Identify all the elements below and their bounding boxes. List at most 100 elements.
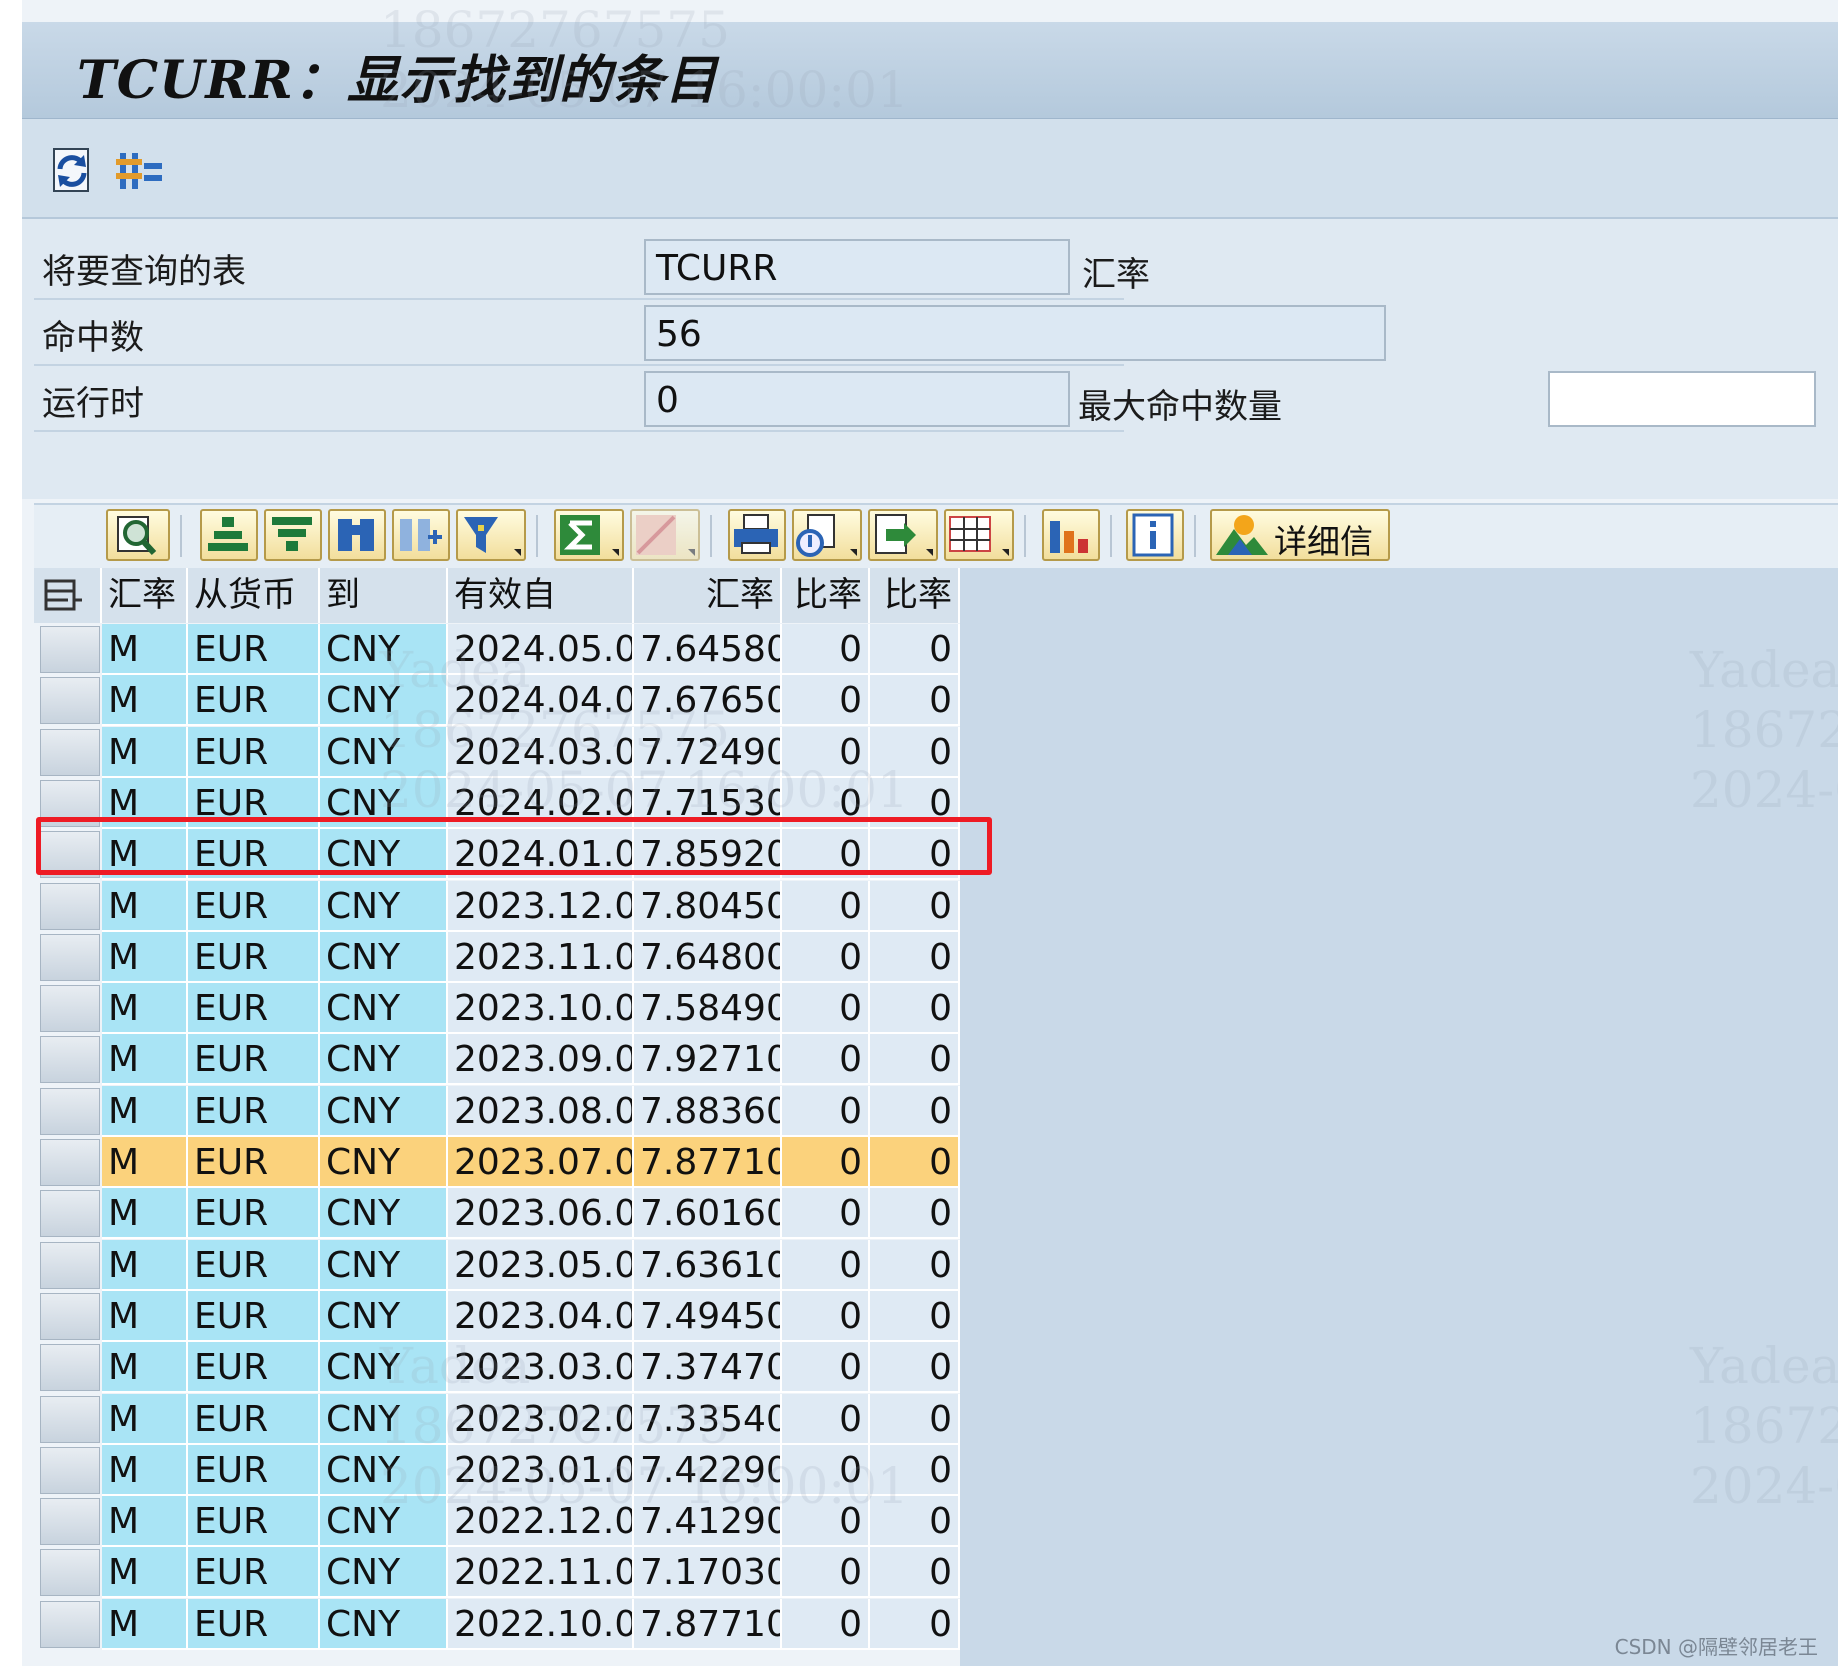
runtime-field[interactable]: 0 (644, 371, 1070, 427)
cell-ratio-from[interactable]: 0 (782, 1034, 870, 1085)
cell-rate-type[interactable]: M (102, 1240, 188, 1291)
cell-valid-from[interactable]: 2023.11.01 (448, 932, 634, 983)
print-button[interactable] (728, 509, 786, 561)
cell-to-currency[interactable]: CNY (320, 1137, 448, 1188)
total-button[interactable] (554, 509, 624, 561)
row-selector[interactable] (40, 1036, 100, 1083)
find-button[interactable] (328, 509, 386, 561)
cell-from-currency[interactable]: EUR (188, 624, 320, 675)
cell-from-currency[interactable]: EUR (188, 1547, 320, 1598)
cell-ratio-from[interactable]: 0 (782, 1188, 870, 1239)
cell-to-currency[interactable]: CNY (320, 1240, 448, 1291)
row-selector[interactable] (40, 1601, 100, 1648)
cell-ratio-from[interactable]: 0 (782, 932, 870, 983)
cell-ratio-to[interactable]: 0 (870, 1291, 960, 1342)
cell-from-currency[interactable]: EUR (188, 881, 320, 932)
cell-to-currency[interactable]: CNY (320, 983, 448, 1034)
cell-ratio-from[interactable]: 0 (782, 1240, 870, 1291)
cell-exchange-rate[interactable]: 7.49450 (634, 1291, 782, 1342)
cell-from-currency[interactable]: EUR (188, 1086, 320, 1137)
layout-button[interactable] (944, 509, 1014, 561)
cell-ratio-to[interactable]: 0 (870, 983, 960, 1034)
cell-exchange-rate[interactable]: 7.87710 (634, 1137, 782, 1188)
cell-to-currency[interactable]: CNY (320, 1291, 448, 1342)
info-button[interactable] (1126, 509, 1184, 561)
column-header-exchange-rate[interactable]: 汇率 (634, 568, 782, 623)
views-button[interactable] (792, 509, 862, 561)
row-selector[interactable] (40, 1088, 100, 1135)
cell-valid-from[interactable]: 2023.05.01 (448, 1240, 634, 1291)
cell-rate-type[interactable]: M (102, 1599, 188, 1650)
cell-rate-type[interactable]: M (102, 1291, 188, 1342)
sort-ascending-button[interactable] (200, 509, 258, 561)
cell-ratio-from[interactable]: 0 (782, 1291, 870, 1342)
cell-rate-type[interactable]: M (102, 727, 188, 778)
cell-ratio-to[interactable]: 0 (870, 1034, 960, 1085)
row-selector[interactable] (40, 1549, 100, 1596)
cell-from-currency[interactable]: EUR (188, 1137, 320, 1188)
cell-valid-from[interactable]: 2022.10.01 (448, 1599, 634, 1650)
cell-ratio-to[interactable]: 0 (870, 1086, 960, 1137)
cell-exchange-rate[interactable]: 7.63610 (634, 1240, 782, 1291)
cell-to-currency[interactable]: CNY (320, 1599, 448, 1650)
cell-from-currency[interactable]: EUR (188, 1188, 320, 1239)
details-button[interactable]: 详细信息 (1210, 509, 1390, 561)
cell-exchange-rate[interactable]: 7.88360 (634, 1086, 782, 1137)
cell-from-currency[interactable]: EUR (188, 1599, 320, 1650)
cell-ratio-from[interactable]: 0 (782, 1086, 870, 1137)
column-header-from-currency[interactable]: 从货币 (188, 568, 320, 623)
cell-from-currency[interactable]: EUR (188, 1342, 320, 1393)
column-settings-header[interactable] (34, 568, 102, 623)
cell-from-currency[interactable]: EUR (188, 727, 320, 778)
cell-from-currency[interactable]: EUR (188, 1034, 320, 1085)
cell-ratio-to[interactable]: 0 (870, 1599, 960, 1650)
cell-rate-type[interactable]: M (102, 932, 188, 983)
cell-rate-type[interactable]: M (102, 1342, 188, 1393)
cell-rate-type[interactable]: M (102, 1547, 188, 1598)
cell-to-currency[interactable]: CNY (320, 1034, 448, 1085)
cell-ratio-from[interactable]: 0 (782, 983, 870, 1034)
cell-ratio-to[interactable]: 0 (870, 881, 960, 932)
cell-to-currency[interactable]: CNY (320, 932, 448, 983)
cell-to-currency[interactable]: CNY (320, 1547, 448, 1598)
column-header-rate-type[interactable]: 汇率 (102, 568, 188, 623)
cell-exchange-rate[interactable]: 7.87710 (634, 1599, 782, 1650)
column-header-to-currency[interactable]: 到 (320, 568, 448, 623)
cell-from-currency[interactable]: EUR (188, 1291, 320, 1342)
detail-view-button[interactable] (106, 509, 170, 561)
cell-rate-type[interactable]: M (102, 983, 188, 1034)
row-selector[interactable] (40, 729, 100, 776)
cell-rate-type[interactable]: M (102, 1188, 188, 1239)
row-selector[interactable] (40, 1139, 100, 1186)
table-field[interactable]: TCURR (644, 239, 1070, 295)
row-selector[interactable] (40, 1498, 100, 1545)
graphic-button[interactable] (1042, 509, 1100, 561)
cell-ratio-to[interactable]: 0 (870, 1547, 960, 1598)
cell-from-currency[interactable]: EUR (188, 932, 320, 983)
cell-ratio-to[interactable]: 0 (870, 1240, 960, 1291)
cell-to-currency[interactable]: CNY (320, 1188, 448, 1239)
cell-exchange-rate[interactable]: 7.80450 (634, 881, 782, 932)
cell-rate-type[interactable]: M (102, 1496, 188, 1547)
cell-valid-from[interactable]: 2023.04.01 (448, 1291, 634, 1342)
cell-valid-from[interactable]: 2023.07.01 (448, 1137, 634, 1188)
cell-from-currency[interactable]: EUR (188, 1394, 320, 1445)
cell-ratio-to[interactable]: 0 (870, 1188, 960, 1239)
sort-descending-button[interactable] (264, 509, 322, 561)
row-selector[interactable] (40, 934, 100, 981)
cell-rate-type[interactable]: M (102, 1394, 188, 1445)
row-selector[interactable] (40, 677, 100, 724)
row-selector[interactable] (40, 1293, 100, 1340)
cell-ratio-from[interactable]: 0 (782, 1599, 870, 1650)
settings-icon[interactable] (114, 143, 168, 197)
cell-exchange-rate[interactable]: 7.64800 (634, 932, 782, 983)
cell-valid-from[interactable]: 2023.06.01 (448, 1188, 634, 1239)
cell-exchange-rate[interactable]: 7.60160 (634, 1188, 782, 1239)
row-selector[interactable] (40, 1242, 100, 1289)
hits-field[interactable]: 56 (644, 305, 1386, 361)
row-selector[interactable] (40, 1344, 100, 1391)
column-header-ratio-to[interactable]: 比率 (870, 568, 960, 623)
cell-valid-from[interactable]: 2023.12.01 (448, 881, 634, 932)
cell-rate-type[interactable]: M (102, 1445, 188, 1496)
find-next-button[interactable] (392, 509, 450, 561)
